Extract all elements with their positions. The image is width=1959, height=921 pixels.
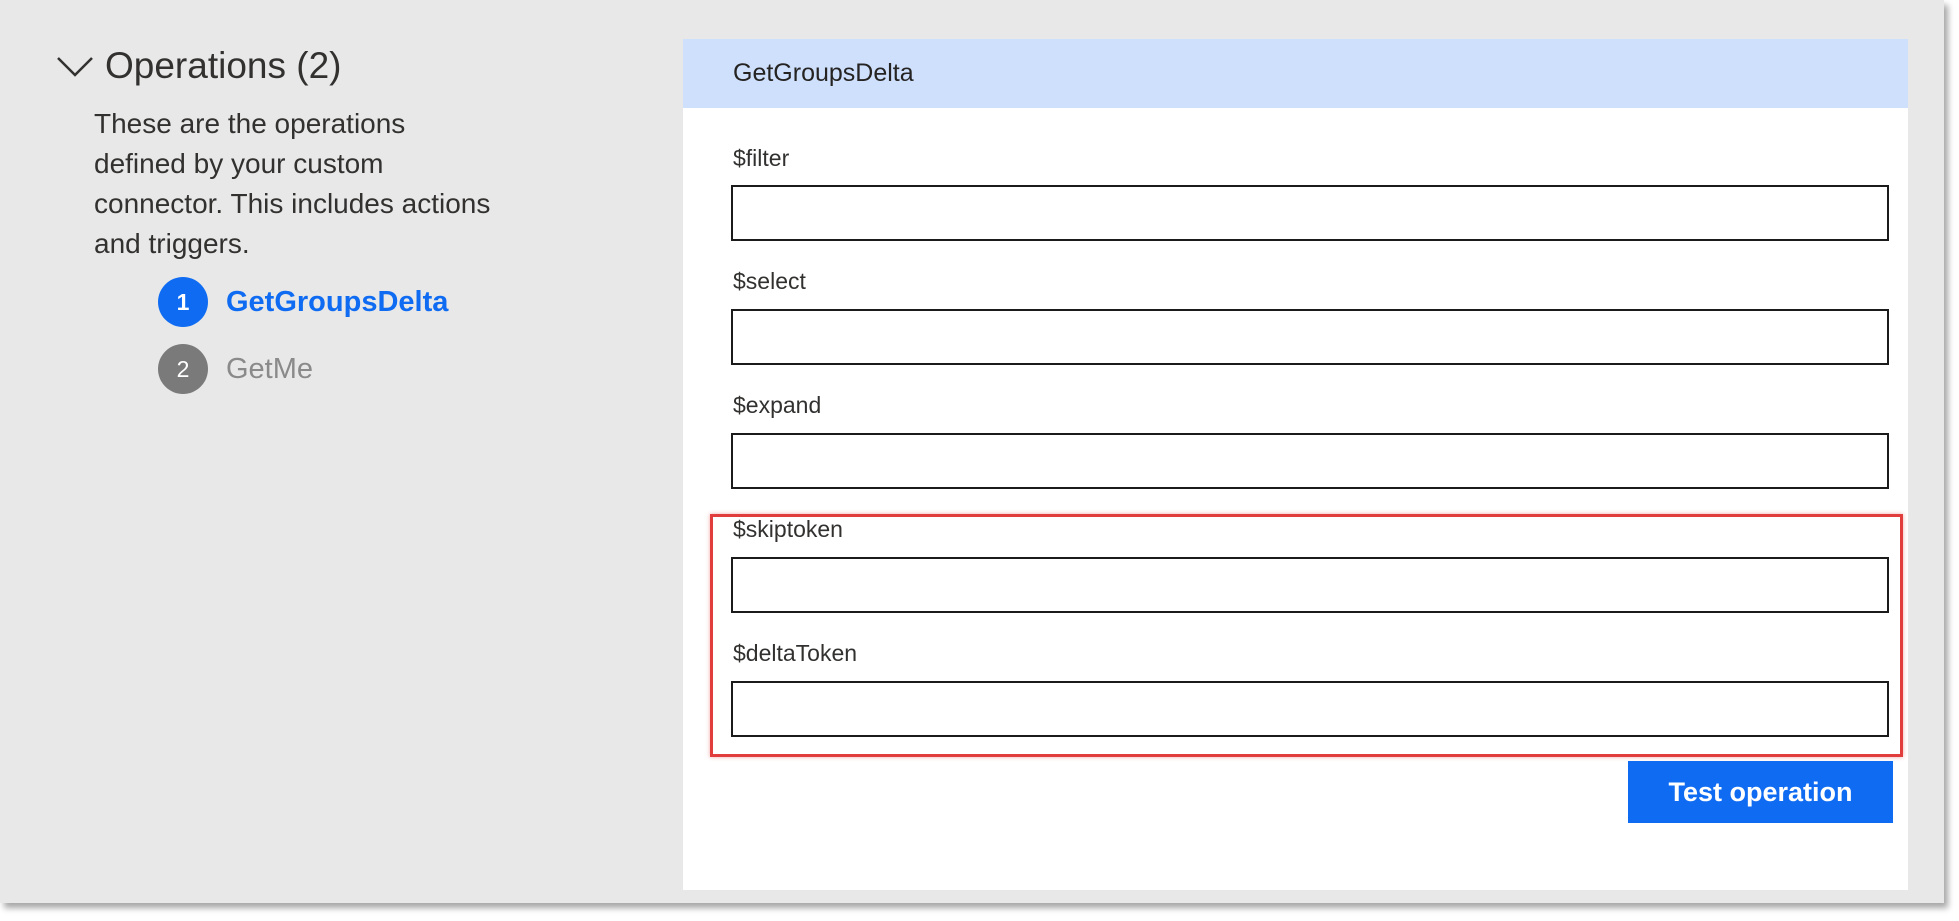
skiptoken-label: $skiptoken [733,516,843,542]
expand-label: $expand [733,392,822,418]
operation-item-getgroupsdelta[interactable]: 1 GetGroupsDelta [158,277,448,327]
filter-input[interactable] [731,185,1889,241]
operations-title: Operations (2) [105,45,342,86]
select-label: $select [733,268,806,294]
screenshot-frame: Operations (2) These are the operations … [0,0,1944,903]
chevron-down-icon[interactable] [55,52,95,80]
panel-header: GetGroupsDelta [683,39,1908,108]
operation-name[interactable]: GetMe [226,353,313,386]
operations-toggle[interactable]: Operations (2) [55,44,342,88]
deltatoken-input[interactable] [731,681,1889,737]
test-operation-button[interactable]: Test operation [1628,761,1893,823]
operation-item-getme[interactable]: 2 GetMe [158,344,313,394]
deltatoken-label: $deltaToken [733,640,858,666]
skiptoken-input[interactable] [731,557,1889,613]
step-number-badge: 1 [158,277,208,327]
filter-label: $filter [733,145,790,171]
operations-description: These are the operations defined by your… [94,108,491,259]
operation-name[interactable]: GetGroupsDelta [226,286,448,319]
select-input[interactable] [731,309,1889,365]
panel-title: GetGroupsDelta [733,59,914,87]
step-number-badge: 2 [158,344,208,394]
expand-input[interactable] [731,433,1889,489]
